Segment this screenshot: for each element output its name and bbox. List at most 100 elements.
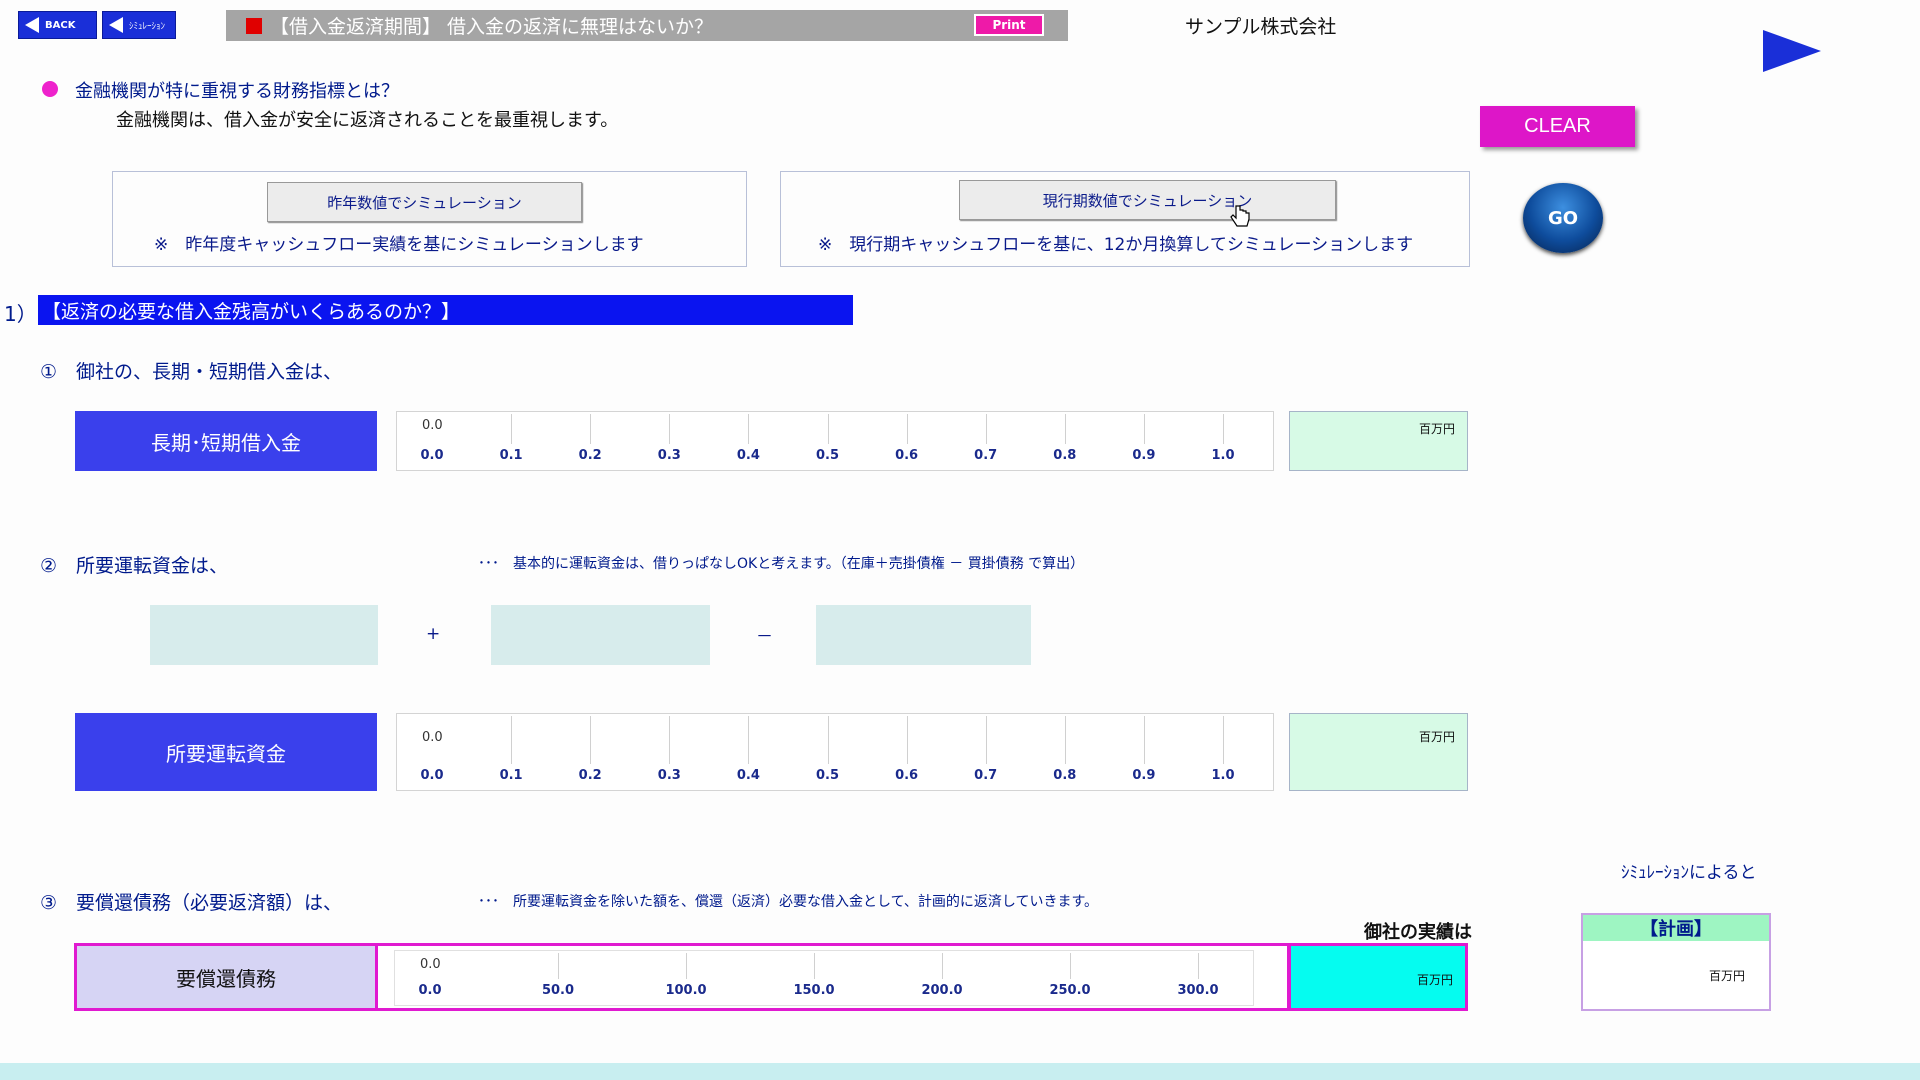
item2-value-box: 百万円 — [1289, 713, 1468, 791]
item1-gauge-value: 0.0 — [422, 418, 443, 433]
axis-gridline — [985, 716, 987, 764]
go-button[interactable]: GO — [1523, 183, 1603, 253]
current-sim-note: ※ 現行期キャッシュフローを基に、12か月換算してシミュレーションします — [818, 235, 1414, 255]
last-year-sim-button[interactable]: 昨年数値でシミュレーション — [267, 182, 582, 222]
axis-tick-label: 0.4 — [736, 768, 760, 783]
axis-gridline — [985, 414, 987, 444]
next-page-arrow-icon[interactable] — [1763, 30, 1821, 72]
bullet-icon — [42, 81, 58, 97]
axis-gridline — [686, 953, 687, 979]
axis-gridline — [669, 414, 671, 444]
item3-gauge-frame: 0.0 0.0 50.0 100.0 150.0 200.0 250.0 300.0 — [378, 943, 1290, 1011]
axis-gridline — [590, 414, 592, 444]
last-year-sim-note: ※ 昨年度キャッシュフロー実績を基にシミュレーションします — [154, 235, 644, 255]
section-title: 【返済の必要な借入金残高がいくらあるのか？】 — [38, 295, 853, 325]
plan-box: 【計画】 百万円 — [1581, 913, 1771, 1011]
axis-tick-label: 0.0 — [420, 448, 444, 463]
item3-label: 要償還債務 — [74, 943, 378, 1011]
axis-tick-label: 0.5 — [815, 448, 840, 463]
intro-question: 金融機関が特に重視する財務指標とは？ — [75, 81, 399, 102]
actual-label: 御社の実績は — [1364, 922, 1472, 943]
item2-gauge: 0.0 0.0 0.1 0.2 0.3 0.4 0.5 0.6 0.7 0.8 0.9 1.0 — [396, 713, 1274, 791]
plus-sign: + — [426, 624, 441, 644]
item3-note: ･･･ 所要運転資金を除いた額を、償還（返済）必要な借入金として、計画的に返済し… — [478, 894, 1099, 910]
clear-button[interactable]: CLEAR — [1480, 106, 1635, 147]
item2-note: ･･･ 基本的に運転資金は、借りっぱなしOKと考えます。（在庫＋売掛債権 － 買… — [478, 556, 1085, 572]
axis-tick-label: 0.0 — [418, 983, 442, 998]
axis-tick-label: 0.7 — [974, 448, 998, 463]
axis-tick-label: 0.9 — [1132, 768, 1156, 783]
item1-gauge: 0.0 0.0 0.1 0.2 0.3 0.4 0.5 0.6 0.7 0.8 0.9 1.0 — [396, 411, 1274, 471]
axis-gridline — [906, 414, 908, 444]
item2-unit: 百万円 — [1418, 730, 1455, 744]
axis-gridline — [906, 716, 908, 764]
print-button[interactable]: Print — [974, 14, 1044, 36]
current-sim-button[interactable]: 現行期数値でシミュレーション — [959, 180, 1336, 220]
plan-header: 【計画】 — [1583, 915, 1769, 941]
axis-gridline — [748, 716, 750, 764]
axis-tick-label: 0.6 — [895, 448, 919, 463]
inventory-field — [150, 605, 378, 665]
axis-tick-label: 0.4 — [736, 448, 760, 463]
title-bar: 【借入金返済期間】 借入金の返済に無理はないか？ — [226, 10, 1068, 41]
axis-gridline — [1198, 953, 1199, 979]
page-title: 【借入金返済期間】 借入金の返済に無理はないか？ — [270, 16, 714, 38]
axis-gridline — [590, 716, 592, 764]
axis-gridline — [511, 716, 513, 764]
item3-gauge: 0.0 0.0 50.0 100.0 150.0 200.0 250.0 300.0 — [394, 950, 1254, 1006]
hand-cursor-icon — [1230, 205, 1250, 227]
title-marker-icon — [246, 17, 262, 34]
axis-tick-label: 0.1 — [499, 768, 523, 783]
axis-tick-label: 0.9 — [1132, 448, 1156, 463]
axis-tick-label: 0.2 — [578, 768, 602, 783]
item1-value-box: 百万円 — [1289, 411, 1468, 471]
receivables-field — [491, 605, 710, 665]
back-arrow-icon — [25, 17, 39, 33]
axis-gridline — [1143, 716, 1145, 764]
item1-label: 長期･短期借入金 — [75, 411, 377, 471]
axis-gridline — [1064, 716, 1066, 764]
axis-gridline — [1070, 953, 1071, 979]
axis-tick-label: 0.5 — [815, 768, 840, 783]
axis-tick-label: 0.3 — [657, 448, 681, 463]
item3-gauge-value: 0.0 — [420, 957, 441, 972]
axis-gridline — [1223, 716, 1224, 764]
item2-label: 所要運転資金 — [75, 713, 377, 791]
simulation-nav-label: ｼﾐｭﾚｰｼｮﾝ — [129, 21, 166, 32]
axis-tick-label: 250.0 — [1049, 983, 1091, 998]
axis-tick-label: 0.8 — [1053, 448, 1077, 463]
axis-gridline — [1064, 414, 1066, 444]
item3-unit: 百万円 — [1416, 973, 1453, 987]
intro-answer: 金融機関は、借入金が安全に返済されることを最重視します。 — [116, 110, 619, 131]
axis-tick-label: 1.0 — [1211, 768, 1235, 783]
item1-unit: 百万円 — [1418, 422, 1455, 436]
axis-gridline — [558, 953, 559, 979]
axis-tick-label: 0.1 — [499, 448, 523, 463]
simulation-nav-button[interactable]: ｼﾐｭﾚｰｼｮﾝ — [102, 11, 176, 39]
axis-gridline — [827, 414, 829, 444]
axis-tick-label: 50.0 — [541, 983, 575, 998]
axis-gridline — [511, 414, 513, 444]
item2-gauge-value: 0.0 — [422, 730, 443, 745]
plan-unit: 百万円 — [1708, 969, 1745, 983]
axis-tick-label: 0.6 — [895, 768, 919, 783]
axis-tick-label: 200.0 — [921, 983, 963, 998]
axis-tick-label: 0.7 — [974, 768, 998, 783]
item2-heading: ② 所要運転資金は、 — [40, 555, 229, 577]
axis-tick-label: 0.3 — [657, 768, 681, 783]
axis-gridline — [1223, 414, 1224, 444]
payables-field — [816, 605, 1031, 665]
item1-heading: ① 御社の、長期・短期借入金は、 — [40, 361, 343, 383]
company-name: サンプル株式会社 — [1185, 16, 1337, 38]
axis-tick-label: 150.0 — [793, 983, 835, 998]
axis-tick-label: 1.0 — [1211, 448, 1235, 463]
axis-gridline — [1143, 414, 1145, 444]
axis-tick-label: 0.8 — [1053, 768, 1077, 783]
section-number: 1） — [4, 302, 37, 326]
axis-tick-label: 0.0 — [420, 768, 444, 783]
axis-tick-label: 100.0 — [665, 983, 707, 998]
back-button[interactable]: BACK — [18, 11, 97, 39]
axis-gridline — [748, 414, 750, 444]
axis-tick-label: 300.0 — [1177, 983, 1219, 998]
item3-value-box: 百万円 — [1288, 943, 1468, 1011]
